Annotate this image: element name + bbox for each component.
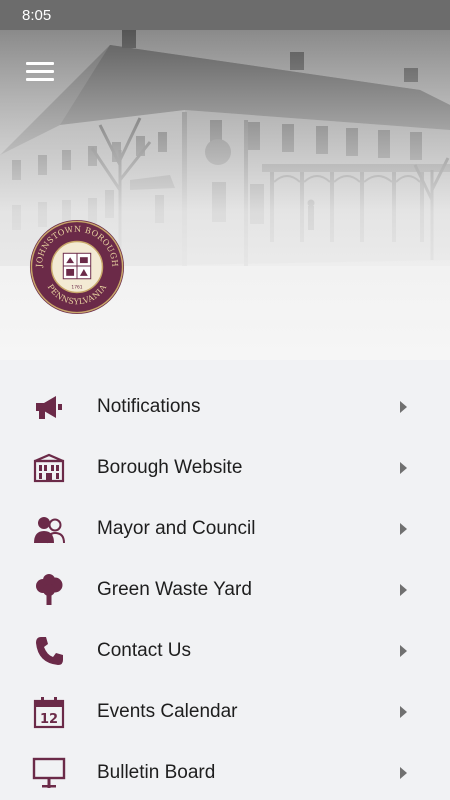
status-bar: 8:05 xyxy=(0,0,450,30)
menu-item-label: Green Waste Yard xyxy=(97,578,252,600)
menu-item-green-waste-yard[interactable]: Green Waste Yard xyxy=(0,559,450,620)
menu-item-contact-us[interactable]: Contact Us xyxy=(0,620,450,681)
menu-item-label: Borough Website xyxy=(97,456,243,478)
bulletin-board-icon xyxy=(32,756,66,790)
menu-item-bulletin-board[interactable]: Bulletin Board xyxy=(0,742,450,800)
menu-item-borough-website[interactable]: Borough Website xyxy=(0,437,450,498)
chevron-right-icon xyxy=(400,400,407,413)
menu-item-label: Events Calendar xyxy=(97,700,238,722)
menu-item-mayor-and-council[interactable]: Mayor and Council xyxy=(0,498,450,559)
status-time: 8:05 xyxy=(22,6,52,24)
chevron-right-icon xyxy=(400,644,407,657)
borough-seal-logo: JOHNSTOWN BOROUGH PENNSYLVANIA 1761 xyxy=(29,219,125,315)
chevron-right-icon xyxy=(400,766,407,779)
megaphone-icon xyxy=(32,390,66,424)
hamburger-menu-icon[interactable] xyxy=(26,62,54,82)
menu-item-label: Contact Us xyxy=(97,639,191,661)
menu-item-notifications[interactable]: Notifications xyxy=(0,376,450,437)
main-menu: Notifications Borough Website Mayor and … xyxy=(0,360,450,800)
people-icon xyxy=(32,512,66,546)
calendar-icon: 12 xyxy=(32,695,66,729)
menu-item-label: Bulletin Board xyxy=(97,761,216,783)
phone-icon xyxy=(32,634,66,668)
menu-item-label: Mayor and Council xyxy=(97,517,256,539)
menu-item-label: Notifications xyxy=(97,395,201,417)
svg-text:1761: 1761 xyxy=(71,285,82,291)
svg-text:12: 12 xyxy=(40,712,58,727)
chevron-right-icon xyxy=(400,522,407,535)
chevron-right-icon xyxy=(400,583,407,596)
building-icon xyxy=(32,451,66,485)
menu-item-events-calendar[interactable]: 12 Events Calendar xyxy=(0,681,450,742)
header-banner: JOHNSTOWN BOROUGH PENNSYLVANIA 1761 xyxy=(0,30,450,360)
chevron-right-icon xyxy=(400,705,407,718)
chevron-right-icon xyxy=(400,461,407,474)
tree-icon xyxy=(32,573,66,607)
